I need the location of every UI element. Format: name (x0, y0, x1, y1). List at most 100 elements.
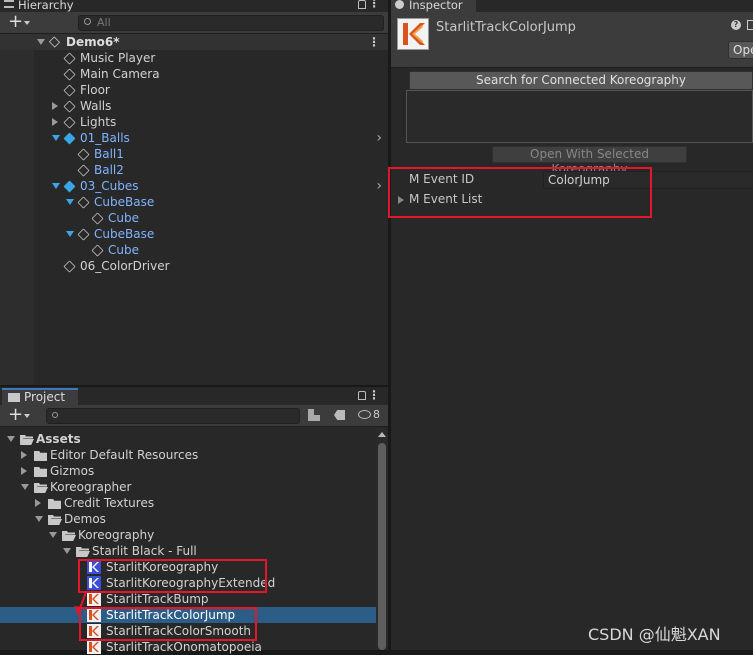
project-scrollbar[interactable] (376, 429, 388, 650)
expand-arrow-icon[interactable] (35, 499, 41, 507)
project-search-input[interactable] (46, 408, 300, 424)
expand-arrow-icon[interactable] (21, 451, 27, 459)
inspector-panel: Inspector StarlitTrackColorJump ? Ope Se… (388, 0, 753, 650)
expand-arrow-icon[interactable] (52, 183, 60, 189)
expand-arrow-icon[interactable] (66, 231, 74, 237)
project-tree-item[interactable]: StarlitTrackOnomatopoeia (0, 639, 376, 655)
project-tree-item[interactable]: Credit Textures (0, 495, 376, 511)
koreographer-asset-icon (397, 18, 429, 50)
list-icon (4, 0, 14, 8)
hierarchy-item[interactable]: Main Camera (0, 66, 388, 82)
project-tree-item[interactable]: Koreographer (0, 479, 376, 495)
project-tree-item[interactable]: StarlitTrackBump (0, 591, 376, 607)
create-plus-icon[interactable]: + (8, 12, 23, 32)
hierarchy-item-label: Walls (80, 99, 112, 113)
hierarchy-item-label: Floor (80, 83, 110, 97)
hidden-packages-eye-icon[interactable] (358, 410, 371, 419)
open-selected-koreography-button: Open With Selected Koreography (492, 146, 687, 176)
highlight-box-event-fields (388, 167, 652, 218)
hierarchy-item-label: 01_Balls (80, 131, 130, 145)
hierarchy-item[interactable]: Cube (0, 210, 388, 226)
open-prefab-chevron-icon[interactable]: › (376, 130, 382, 146)
project-toolbar: + 8 (0, 405, 388, 427)
hierarchy-item[interactable]: Ball2 (0, 162, 388, 178)
lock-icon[interactable] (358, 391, 366, 400)
open-button[interactable]: Ope (728, 41, 753, 59)
scene-row[interactable]: Demo6* ⋮ (0, 34, 388, 50)
gameobject-cube-icon (77, 148, 90, 161)
inspector-tab[interactable]: Inspector (391, 0, 476, 12)
expand-arrow-icon[interactable] (21, 467, 27, 475)
expand-arrow-icon[interactable] (66, 199, 74, 205)
gameobject-cube-icon (63, 68, 76, 81)
expand-arrow-icon[interactable] (7, 436, 15, 442)
open-button-label: Ope (733, 43, 753, 57)
project-tree-item[interactable]: Assets (0, 431, 376, 447)
highlight-box-koreography-assets (78, 559, 267, 593)
expand-arrow-icon[interactable] (52, 135, 60, 141)
hierarchy-tab-label: Hierarchy (18, 0, 74, 12)
hierarchy-item[interactable]: Floor (0, 82, 388, 98)
hidden-count: 8 (373, 408, 380, 421)
search-koreography-button[interactable]: Search for Connected Koreography (409, 71, 753, 90)
expand-arrow-icon[interactable] (35, 516, 43, 522)
hierarchy-item[interactable]: Walls (0, 98, 388, 114)
kebab-menu-icon[interactable]: ⋮ (368, 388, 380, 402)
scene-menu-icon[interactable]: ⋮ (368, 34, 380, 50)
expand-arrow-icon[interactable] (63, 548, 71, 554)
expand-arrow-icon[interactable] (49, 532, 57, 538)
filter-by-type-icon[interactable] (308, 409, 320, 421)
inspector-tab-label: Inspector (409, 0, 463, 12)
hierarchy-item[interactable]: CubeBase (0, 194, 388, 210)
expand-arrow-icon[interactable] (21, 484, 29, 490)
hierarchy-item[interactable]: 01_Balls › (0, 130, 388, 146)
gameobject-cube-icon (63, 100, 76, 113)
help-icon[interactable]: ? (731, 20, 741, 30)
unity-scene-icon (48, 36, 61, 48)
scrollbar-thumb[interactable] (378, 443, 386, 650)
project-tree-item[interactable]: Demos (0, 511, 376, 527)
project-tree-item[interactable]: Gizmos (0, 463, 376, 479)
hierarchy-toolbar: + All (0, 12, 388, 34)
hierarchy-item-label: 06_ColorDriver (80, 259, 170, 273)
hierarchy-item[interactable]: 06_ColorDriver (0, 258, 388, 274)
create-dropdown-icon[interactable] (24, 21, 30, 25)
hierarchy-item[interactable]: Ball1 (0, 146, 388, 162)
koreography-asset-icon (87, 640, 101, 654)
hierarchy-search-placeholder: All (97, 16, 111, 29)
project-tree-label: Editor Default Resources (50, 448, 199, 462)
project-tree-label: Demos (64, 512, 106, 526)
project-tab[interactable]: Project (2, 388, 78, 405)
hierarchy-item[interactable]: 03_Cubes › (0, 178, 388, 194)
hierarchy-item[interactable]: Music Player (0, 50, 388, 66)
project-tree-label: Koreography (78, 528, 155, 542)
scene-expand-arrow[interactable] (37, 39, 45, 45)
open-prefab-chevron-icon[interactable]: › (376, 178, 382, 194)
gameobject-cube-icon (77, 196, 90, 209)
gameobject-cube-icon (77, 228, 90, 241)
hierarchy-search-input[interactable]: All (78, 15, 384, 31)
project-tree-item[interactable]: Editor Default Resources (0, 447, 376, 463)
create-dropdown-icon[interactable] (24, 414, 30, 418)
filter-by-label-icon[interactable] (334, 410, 345, 420)
expand-arrow-icon[interactable] (52, 118, 58, 126)
settings-icon[interactable] (747, 20, 753, 30)
hierarchy-tab[interactable]: Hierarchy ⋮ (0, 0, 388, 12)
scene-name: Demo6* (66, 35, 120, 49)
create-plus-icon[interactable]: + (8, 405, 23, 425)
kebab-menu-icon[interactable]: ⋮ (369, 0, 381, 9)
scroll-up-arrow-icon[interactable] (378, 432, 386, 437)
koreography-list-box[interactable] (406, 90, 753, 143)
hierarchy-panel: Hierarchy ⋮ + All Demo6* ⋮ Music Player M… (0, 0, 388, 385)
expand-arrow-icon[interactable] (52, 102, 58, 110)
hierarchy-item[interactable]: Lights (0, 114, 388, 130)
hierarchy-item[interactable]: Cube (0, 242, 388, 258)
project-tree-label: Assets (36, 432, 81, 446)
lock-icon[interactable] (358, 0, 366, 9)
gameobject-cube-icon (63, 84, 76, 97)
hierarchy-item[interactable]: CubeBase (0, 226, 388, 242)
gameobject-cube-icon (91, 244, 104, 257)
project-tree-item[interactable]: Koreography (0, 527, 376, 543)
project-tree-label: StarlitTrackBump (106, 592, 209, 606)
project-tree-item[interactable]: Starlit Black - Full (0, 543, 376, 559)
